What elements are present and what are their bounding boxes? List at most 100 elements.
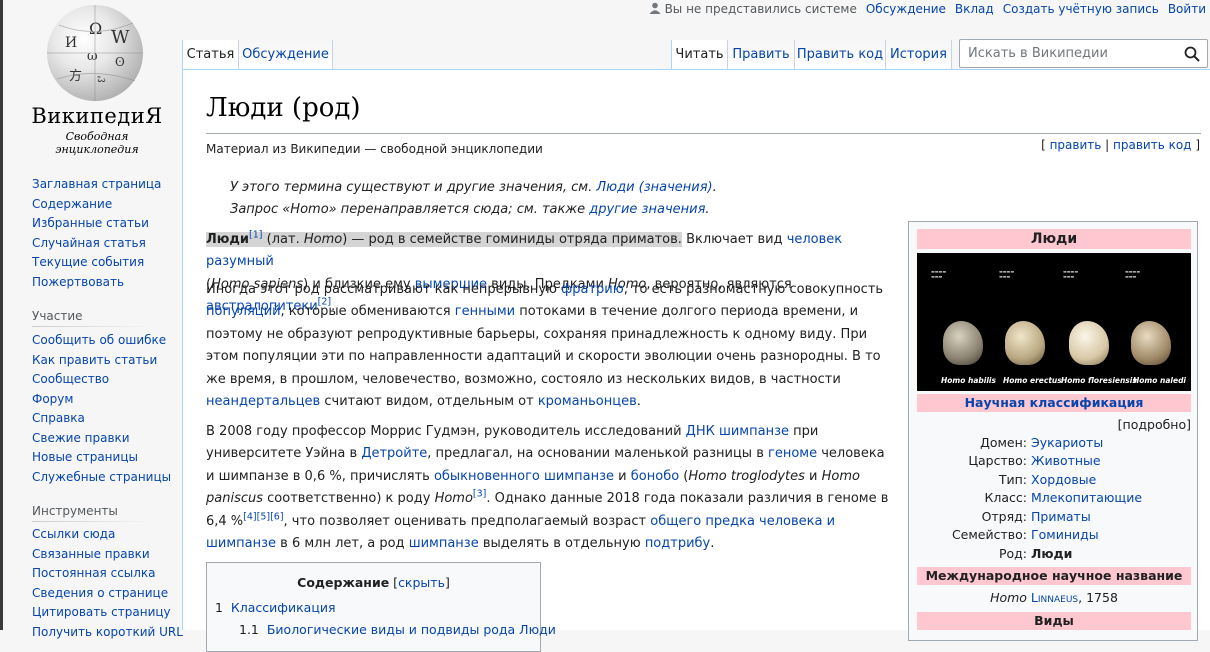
- sidebar-item-short-url[interactable]: Получить короткий URL: [32, 623, 183, 643]
- ref-link[interactable]: [1]: [249, 230, 262, 241]
- taxon-row: Домен: Эукариоты: [917, 435, 1191, 453]
- sidebar-item-how-to-edit[interactable]: Как править статьи: [32, 351, 171, 371]
- edit-source-link[interactable]: править код: [1113, 138, 1191, 152]
- link[interactable]: бонобо: [631, 469, 679, 484]
- text: в 6 млн лет, а род: [276, 536, 409, 552]
- taxon-value[interactable]: Гоминиды: [1031, 527, 1099, 542]
- author-link[interactable]: Linnaeus: [1031, 590, 1078, 605]
- image-caption: Homo habilis: [941, 376, 996, 385]
- edit-link[interactable]: править: [1050, 138, 1102, 152]
- toc-toggle[interactable]: скрыть: [398, 575, 445, 590]
- toc-title: Содержание [скрыть]: [207, 575, 540, 590]
- hatnote-link[interactable]: Люди (значения): [596, 180, 712, 195]
- link[interactable]: подтрибу: [645, 536, 710, 551]
- tab-read[interactable]: Читать: [671, 40, 728, 69]
- link[interactable]: кроманьонцев: [538, 394, 637, 409]
- sidebar-item-forum[interactable]: Форум: [32, 390, 171, 410]
- skull-naledi: [1131, 321, 1171, 365]
- sidebar-item-featured[interactable]: Избранные статьи: [32, 214, 161, 234]
- link[interactable]: геноме: [768, 446, 817, 461]
- hatnote-text: У этого термина существуют и другие знач…: [230, 180, 597, 195]
- ref-link[interactable]: [4][5][6]: [243, 511, 283, 522]
- page-title: Люди (род): [206, 93, 361, 123]
- text: .: [636, 394, 641, 410]
- tab-edit-label[interactable]: Править: [732, 47, 789, 62]
- tab-article[interactable]: Статья: [182, 40, 239, 69]
- image-caption: Homo floresiensis: [1061, 376, 1137, 385]
- wikipedia-logo[interactable]: Ω W И ω ʘ 方 ಒ ВикипедиЯ Свободная энцикл…: [22, 0, 172, 156]
- sidebar-item-random[interactable]: Случайная статья: [32, 234, 161, 254]
- search-icon[interactable]: [1184, 46, 1200, 62]
- bracket: ]: [1195, 138, 1200, 152]
- text: считают видом, отдельным от: [320, 394, 538, 410]
- sidebar-item-page-info[interactable]: Сведения о странице: [32, 584, 183, 604]
- search-box[interactable]: [959, 39, 1208, 68]
- sidebar-item-contents[interactable]: Содержание: [32, 195, 161, 215]
- toc-number: 1: [215, 600, 223, 615]
- detailed-link[interactable]: [подробно]: [1118, 417, 1191, 432]
- hatnote-link[interactable]: другие значения: [589, 202, 705, 217]
- tab-edit-source[interactable]: Править код: [795, 40, 886, 69]
- tab-history[interactable]: История: [886, 40, 952, 69]
- year: , 1758: [1078, 590, 1118, 605]
- sidebar-item-help[interactable]: Справка: [32, 409, 171, 429]
- infobox-image[interactable]: ▬▬▬▬ ▬▬▬ ▬▬▬▬ ▬▬▬ ▬▬▬▬ ▬▬▬ ▬▬▬▬ ▬▬▬ Homo hab…: [917, 253, 1191, 391]
- taxon-value[interactable]: Млекопитающие: [1031, 490, 1142, 505]
- link[interactable]: генными: [455, 304, 515, 319]
- anon-status-text: Вы не представились системе: [664, 2, 857, 16]
- link[interactable]: неандертальцев: [206, 394, 320, 409]
- link[interactable]: Детройте: [361, 446, 427, 461]
- login-link[interactable]: Войти: [1168, 2, 1206, 16]
- toc-link[interactable]: Классификация: [231, 600, 336, 615]
- tab-history-label[interactable]: История: [890, 47, 947, 62]
- bracket: [: [1041, 138, 1046, 152]
- personal-contributions-link[interactable]: Вклад: [955, 2, 994, 16]
- taxon-rank: Домен:: [980, 435, 1027, 450]
- sidebar-tools: Ссылки сюда Связанные правки Постоянная …: [32, 525, 183, 642]
- sidebar-item-special-pages[interactable]: Служебные страницы: [32, 468, 171, 488]
- link[interactable]: фратрию: [561, 282, 624, 297]
- taxon-row: Род: Люди: [917, 546, 1191, 564]
- sidebar-item-related-changes[interactable]: Связанные правки: [32, 545, 183, 565]
- taxon-row: Тип: Хордовые: [917, 472, 1191, 490]
- sidebar-item-community[interactable]: Сообщество: [32, 370, 171, 390]
- taxon-value[interactable]: Приматы: [1031, 509, 1091, 524]
- taxon-value[interactable]: Животные: [1031, 453, 1101, 468]
- personal-talk-link[interactable]: Обсуждение: [866, 2, 946, 16]
- ref-link[interactable]: [3]: [473, 489, 486, 500]
- tab-edit-source-label[interactable]: Править код: [797, 47, 883, 62]
- taxon-value[interactable]: Хордовые: [1031, 472, 1096, 487]
- sidebar-item-cite-page[interactable]: Цитировать страницу: [32, 603, 183, 623]
- bracket: ]: [444, 575, 450, 590]
- sidebar-navigation: Заглавная страница Содержание Избранные …: [32, 175, 161, 292]
- sci-class-link[interactable]: Научная классификация: [965, 395, 1144, 410]
- tab-discussion-label[interactable]: Обсуждение: [242, 47, 329, 62]
- text: и: [804, 468, 822, 484]
- sidebar-item-main-page[interactable]: Заглавная страница: [32, 175, 161, 195]
- sidebar-item-what-links-here[interactable]: Ссылки сюда: [32, 525, 183, 545]
- sidebar-item-new-pages[interactable]: Новые страницы: [32, 448, 171, 468]
- hatnote: У этого термина существуют и другие знач…: [230, 180, 717, 195]
- sidebar-item-current-events[interactable]: Текущие события: [32, 253, 161, 273]
- link[interactable]: популяций: [206, 304, 281, 319]
- link[interactable]: ДНК шимпанзе: [686, 424, 789, 439]
- link[interactable]: обыкновенного шимпанзе: [434, 469, 614, 484]
- separator: |: [1105, 138, 1110, 152]
- sidebar-item-report-error[interactable]: Сообщить об ошибке: [32, 331, 171, 351]
- taxon-rank: Царство:: [968, 453, 1027, 468]
- hatnote-text: .: [712, 180, 717, 195]
- sidebar-item-recent-changes[interactable]: Свежие правки: [32, 429, 171, 449]
- link[interactable]: шимпанзе: [409, 536, 479, 551]
- tab-discussion[interactable]: Обсуждение: [239, 40, 333, 69]
- sidebar-heading-participation: Участие: [32, 309, 83, 323]
- intl-name-header: Международное научное название: [917, 567, 1191, 585]
- genus-name: Homo: [990, 590, 1027, 605]
- tab-edit[interactable]: Править: [728, 40, 795, 69]
- toc-item[interactable]: 1 Классификация: [215, 600, 335, 615]
- hatnote-text: Запрос «Homo» перенаправляется сюда; см.…: [230, 202, 590, 217]
- search-input[interactable]: [966, 45, 1180, 62]
- create-account-link[interactable]: Создать учётную запись: [1003, 2, 1159, 16]
- taxon-value[interactable]: Эукариоты: [1031, 435, 1103, 450]
- sidebar-item-donate[interactable]: Пожертвовать: [32, 273, 161, 293]
- sidebar-item-permanent-link[interactable]: Постоянная ссылка: [32, 564, 183, 584]
